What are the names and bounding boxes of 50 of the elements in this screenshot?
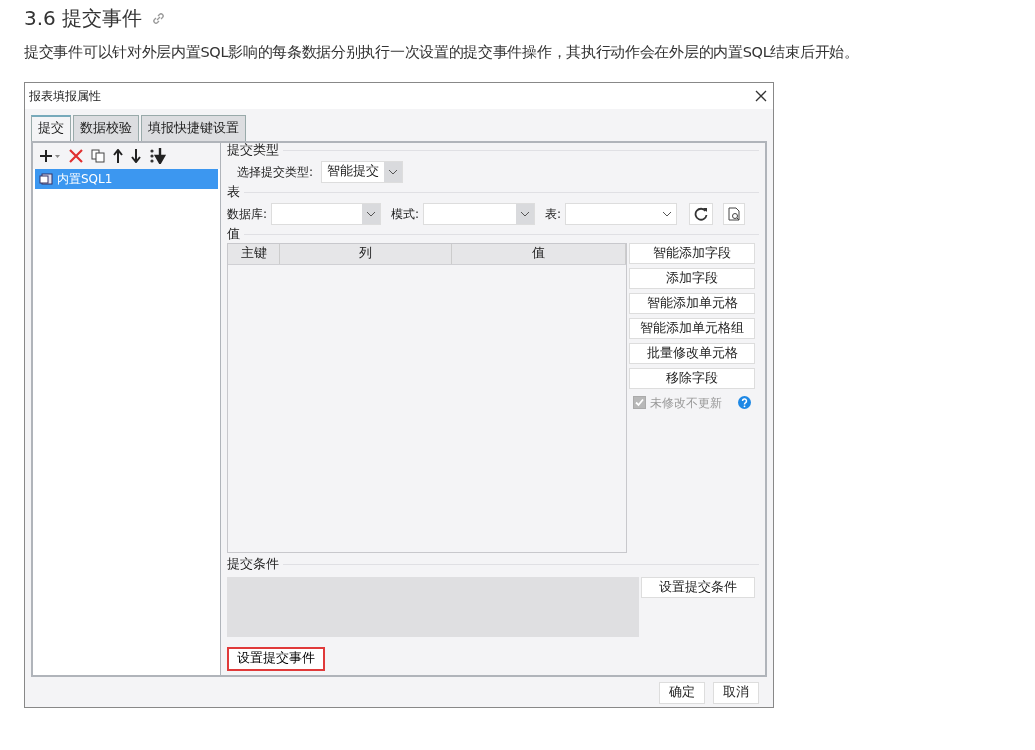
side-button[interactable]: 批量修改单元格: [629, 342, 755, 364]
preview-button[interactable]: [723, 202, 746, 225]
window-title: 报表填报属性: [29, 87, 101, 105]
set-condition-button[interactable]: 设置提交条件: [641, 576, 755, 598]
caret-icon: [366, 210, 377, 217]
side-button[interactable]: 移除字段: [629, 367, 755, 389]
section-label: 提交条件: [227, 555, 279, 574]
checkbox-label: 未修改不更新: [650, 394, 722, 412]
table-icon: [39, 172, 53, 185]
column-header: 值: [452, 243, 626, 264]
tab[interactable]: 填报快捷键设置: [141, 114, 246, 141]
section-heading: 3.6 提交事件: [24, 6, 143, 30]
delete-icon[interactable]: [69, 148, 83, 163]
close-icon[interactable]: [755, 89, 767, 102]
caret-icon: [520, 210, 531, 217]
refresh-icon: [694, 206, 709, 221]
arrow-down-icon[interactable]: [131, 148, 141, 163]
dialog-button[interactable]: 取消: [713, 681, 759, 704]
set-event-button[interactable]: 设置提交事件: [227, 646, 325, 671]
help-icon[interactable]: [738, 396, 751, 410]
field-label: 表:: [545, 205, 562, 223]
section-label: 值: [227, 225, 240, 244]
side-button[interactable]: 智能添加单元格: [629, 292, 755, 314]
description-text: 提交事件可以针对外层内置SQL影响的每条数据分别执行一次设置的提交事件操作，其执行动作会在外层的内置SQL结束后开始。: [24, 43, 860, 62]
side-button[interactable]: 智能添加字段: [629, 242, 755, 264]
select-field[interactable]: [565, 202, 678, 225]
select-field[interactable]: [423, 202, 536, 225]
arrow-up-icon[interactable]: [113, 148, 123, 163]
field-label: 数据库:: [227, 205, 268, 223]
refresh-button[interactable]: [689, 202, 714, 225]
select-field[interactable]: [271, 202, 382, 225]
tab[interactable]: 数据校验: [73, 114, 139, 141]
field-label: 选择提交类型:: [237, 163, 314, 181]
copy-icon[interactable]: [91, 148, 105, 163]
tab[interactable]: 提交: [31, 114, 71, 141]
move-bottom-icon[interactable]: [149, 147, 167, 164]
field-label: 模式:: [391, 205, 420, 223]
column-header: 主键: [228, 243, 280, 264]
add-icon[interactable]: [39, 148, 61, 163]
select-field[interactable]: 智能提交: [321, 160, 404, 183]
section-label: 提交类型: [227, 141, 279, 160]
side-button[interactable]: 智能添加单元格组: [629, 317, 755, 339]
link-icon[interactable]: [152, 11, 166, 25]
caret-icon: [388, 168, 399, 175]
section-label: 表: [227, 183, 240, 202]
caret-icon: [662, 210, 673, 217]
column-header: 列: [280, 243, 452, 264]
dialog-button[interactable]: 确定: [659, 681, 705, 704]
side-button[interactable]: 添加字段: [629, 267, 755, 289]
document-search-icon: [727, 206, 741, 221]
